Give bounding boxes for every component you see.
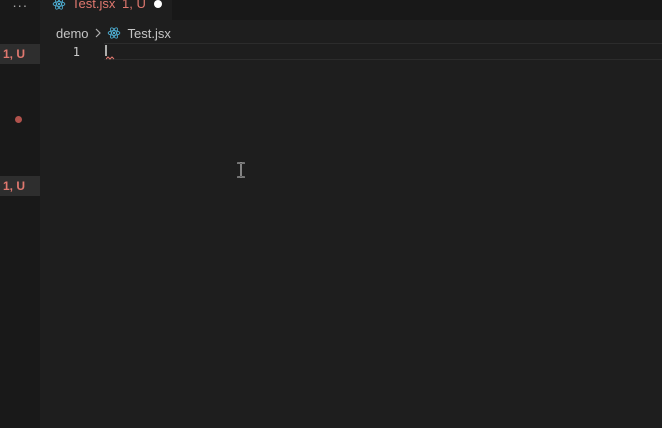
breadcrumb-folder[interactable]: demo: [56, 26, 89, 41]
explorer-item-problems-badge-2[interactable]: 1, U: [0, 176, 40, 196]
line-number: 1: [72, 45, 80, 59]
breadcrumb: demo Test.jsx: [56, 24, 171, 42]
react-icon: [107, 27, 120, 39]
more-actions-button[interactable]: ···: [0, 0, 40, 20]
react-icon: [52, 0, 66, 10]
current-line-highlight[interactable]: [104, 43, 662, 60]
error-squiggle-icon: [106, 56, 115, 60]
explorer-sidebar: ··· 1, U 1, U: [0, 0, 40, 428]
breadcrumb-file[interactable]: Test.jsx: [128, 26, 171, 41]
editor-tab-bar: Test.jsx 1, U: [40, 0, 662, 20]
tab-filename: Test.jsx: [72, 0, 116, 11]
tab-problem-status: 1, U: [122, 0, 146, 11]
tab-test-jsx[interactable]: Test.jsx 1, U: [40, 0, 172, 20]
vscode-window: ··· 1, U 1, U Test.jsx 1, U demo Test.js…: [0, 0, 662, 428]
unsaved-dot-icon[interactable]: [154, 0, 162, 8]
modified-dot-icon: [15, 116, 22, 123]
ibeam-cursor-icon: [237, 162, 245, 178]
text-cursor: [105, 45, 107, 56]
explorer-item-problems-badge[interactable]: 1, U: [0, 44, 40, 64]
chevron-right-icon: [95, 28, 101, 38]
